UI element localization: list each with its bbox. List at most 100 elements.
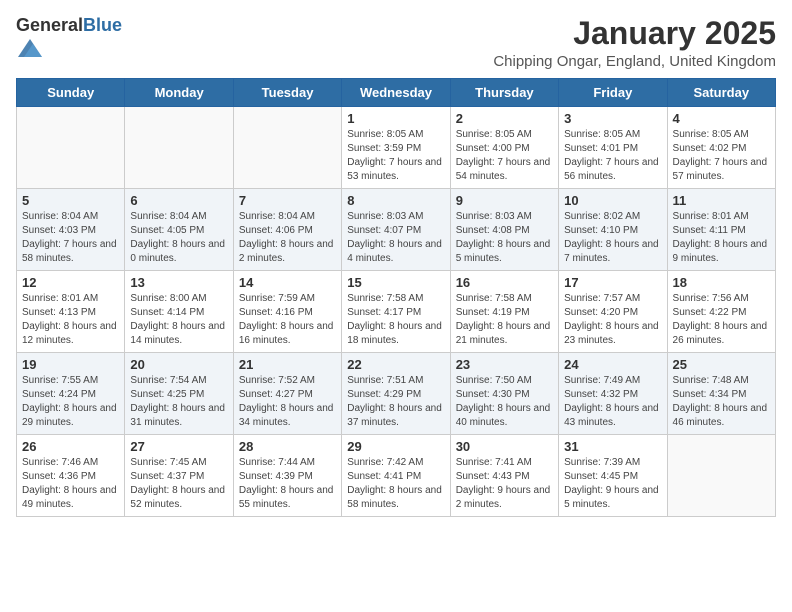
day-info: Sunrise: 8:05 AM Sunset: 4:00 PM Dayligh… xyxy=(456,128,553,184)
logo-general-text: General xyxy=(16,15,83,35)
day-info: Sunrise: 7:59 AM Sunset: 4:16 PM Dayligh… xyxy=(239,292,336,348)
calendar-cell: 30Sunrise: 7:41 AM Sunset: 4:43 PM Dayli… xyxy=(450,435,558,517)
day-number: 23 xyxy=(456,357,553,372)
calendar-cell: 11Sunrise: 8:01 AM Sunset: 4:11 PM Dayli… xyxy=(667,189,775,271)
calendar-cell: 3 Sunrise: 8:05 AM Sunset: 4:01 PM Daylig… xyxy=(559,107,667,189)
day-info: Sunrise: 8:04 AM Sunset: 4:03 PM Dayligh… xyxy=(22,210,119,266)
calendar-cell: 18 Sunrise: 7:56 AM Sunset: 4:22 PM Dayli… xyxy=(667,271,775,353)
day-info: Sunrise: 7:45 AM Sunset: 4:37 PM Dayligh… xyxy=(130,456,227,512)
calendar-cell: 26 Sunrise: 7:46 AM Sunset: 4:36 PM Dayli… xyxy=(17,435,125,517)
day-number: 16 xyxy=(456,275,553,290)
calendar-cell: 17 Sunrise: 7:57 AM Sunset: 4:20 PM Dayli… xyxy=(559,271,667,353)
day-info: Sunrise: 7:57 AM Sunset: 4:20 PM Dayligh… xyxy=(564,292,661,348)
day-info: Sunrise: 7:54 AM Sunset: 4:25 PM Dayligh… xyxy=(130,374,227,430)
day-number: 6 xyxy=(130,193,227,208)
logo-icon xyxy=(18,36,42,60)
day-info: Sunrise: 8:05 AM Sunset: 3:59 PM Dayligh… xyxy=(347,128,444,184)
calendar-cell: 12Sunrise: 8:01 AM Sunset: 4:13 PM Dayli… xyxy=(17,271,125,353)
weekday-header-thursday: Thursday xyxy=(450,79,558,107)
calendar-cell: 15 Sunrise: 7:58 AM Sunset: 4:17 PM Dayli… xyxy=(342,271,450,353)
day-info: Sunrise: 7:49 AM Sunset: 4:32 PM Dayligh… xyxy=(564,374,661,430)
day-info: Sunrise: 7:48 AM Sunset: 4:34 PM Dayligh… xyxy=(673,374,770,430)
weekday-header-tuesday: Tuesday xyxy=(233,79,341,107)
day-number: 9 xyxy=(456,193,553,208)
calendar-cell: 28 Sunrise: 7:44 AM Sunset: 4:39 PM Dayli… xyxy=(233,435,341,517)
day-number: 15 xyxy=(347,275,444,290)
day-number: 2 xyxy=(456,111,553,126)
calendar-cell xyxy=(17,107,125,189)
calendar-cell: 21Sunrise: 7:52 AM Sunset: 4:27 PM Dayli… xyxy=(233,353,341,435)
day-number: 4 xyxy=(673,111,770,126)
calendar-cell: 10Sunrise: 8:02 AM Sunset: 4:10 PM Dayli… xyxy=(559,189,667,271)
day-info: Sunrise: 7:56 AM Sunset: 4:22 PM Dayligh… xyxy=(673,292,770,348)
day-info: Sunrise: 8:04 AM Sunset: 4:06 PM Dayligh… xyxy=(239,210,336,266)
calendar-table: SundayMondayTuesdayWednesdayThursdayFrid… xyxy=(16,78,776,517)
day-number: 29 xyxy=(347,439,444,454)
day-info: Sunrise: 7:46 AM Sunset: 4:36 PM Dayligh… xyxy=(22,456,119,512)
day-info: Sunrise: 7:42 AM Sunset: 4:41 PM Dayligh… xyxy=(347,456,444,512)
calendar-cell xyxy=(667,435,775,517)
day-number: 26 xyxy=(22,439,119,454)
day-number: 21 xyxy=(239,357,336,372)
calendar-cell: 4 Sunrise: 8:05 AM Sunset: 4:02 PM Daylig… xyxy=(667,107,775,189)
day-number: 22 xyxy=(347,357,444,372)
day-number: 24 xyxy=(564,357,661,372)
day-number: 17 xyxy=(564,275,661,290)
day-info: Sunrise: 7:41 AM Sunset: 4:43 PM Dayligh… xyxy=(456,456,553,512)
calendar-cell: 16Sunrise: 7:58 AM Sunset: 4:19 PM Dayli… xyxy=(450,271,558,353)
day-info: Sunrise: 7:44 AM Sunset: 4:39 PM Dayligh… xyxy=(239,456,336,512)
month-title: January 2025 xyxy=(493,16,776,51)
calendar-cell: 8 Sunrise: 8:03 AM Sunset: 4:07 PM Daylig… xyxy=(342,189,450,271)
day-number: 13 xyxy=(130,275,227,290)
day-info: Sunrise: 8:05 AM Sunset: 4:01 PM Dayligh… xyxy=(564,128,661,184)
day-info: Sunrise: 7:39 AM Sunset: 4:45 PM Dayligh… xyxy=(564,456,661,512)
day-info: Sunrise: 8:03 AM Sunset: 4:08 PM Dayligh… xyxy=(456,210,553,266)
calendar-cell: 5 Sunrise: 8:04 AM Sunset: 4:03 PM Daylig… xyxy=(17,189,125,271)
page-header: GeneralBlue January 2025 Chipping Ongar,… xyxy=(16,16,776,70)
day-number: 7 xyxy=(239,193,336,208)
day-number: 25 xyxy=(673,357,770,372)
day-number: 3 xyxy=(564,111,661,126)
day-info: Sunrise: 8:00 AM Sunset: 4:14 PM Dayligh… xyxy=(130,292,227,348)
day-number: 31 xyxy=(564,439,661,454)
day-number: 18 xyxy=(673,275,770,290)
calendar-cell: 22Sunrise: 7:51 AM Sunset: 4:29 PM Dayli… xyxy=(342,353,450,435)
calendar-cell: 29 Sunrise: 7:42 AM Sunset: 4:41 PM Dayli… xyxy=(342,435,450,517)
weekday-header-row: SundayMondayTuesdayWednesdayThursdayFrid… xyxy=(17,79,776,107)
day-number: 8 xyxy=(347,193,444,208)
calendar-week-row: 5 Sunrise: 8:04 AM Sunset: 4:03 PM Daylig… xyxy=(17,189,776,271)
day-number: 5 xyxy=(22,193,119,208)
calendar-cell: 24 Sunrise: 7:49 AM Sunset: 4:32 PM Dayli… xyxy=(559,353,667,435)
calendar-cell: 25 Sunrise: 7:48 AM Sunset: 4:34 PM Dayli… xyxy=(667,353,775,435)
calendar-cell: 9 Sunrise: 8:03 AM Sunset: 4:08 PM Daylig… xyxy=(450,189,558,271)
day-number: 14 xyxy=(239,275,336,290)
day-info: Sunrise: 8:01 AM Sunset: 4:13 PM Dayligh… xyxy=(22,292,119,348)
logo: GeneralBlue xyxy=(16,16,122,65)
day-info: Sunrise: 8:03 AM Sunset: 4:07 PM Dayligh… xyxy=(347,210,444,266)
day-info: Sunrise: 8:01 AM Sunset: 4:11 PM Dayligh… xyxy=(673,210,770,266)
calendar-cell xyxy=(233,107,341,189)
calendar-cell: 31 Sunrise: 7:39 AM Sunset: 4:45 PM Dayli… xyxy=(559,435,667,517)
calendar-cell: 13 Sunrise: 8:00 AM Sunset: 4:14 PM Dayli… xyxy=(125,271,233,353)
weekday-header-saturday: Saturday xyxy=(667,79,775,107)
logo-blue-text: Blue xyxy=(83,15,122,35)
weekday-header-wednesday: Wednesday xyxy=(342,79,450,107)
day-number: 20 xyxy=(130,357,227,372)
calendar-cell: 2 Sunrise: 8:05 AM Sunset: 4:00 PM Daylig… xyxy=(450,107,558,189)
day-number: 19 xyxy=(22,357,119,372)
calendar-week-row: 1 Sunrise: 8:05 AM Sunset: 3:59 PM Daylig… xyxy=(17,107,776,189)
calendar-cell: 19Sunrise: 7:55 AM Sunset: 4:24 PM Dayli… xyxy=(17,353,125,435)
calendar-cell: 7 Sunrise: 8:04 AM Sunset: 4:06 PM Daylig… xyxy=(233,189,341,271)
day-info: Sunrise: 8:02 AM Sunset: 4:10 PM Dayligh… xyxy=(564,210,661,266)
calendar-cell: 23Sunrise: 7:50 AM Sunset: 4:30 PM Dayli… xyxy=(450,353,558,435)
calendar-cell xyxy=(125,107,233,189)
calendar-cell: 14 Sunrise: 7:59 AM Sunset: 4:16 PM Dayli… xyxy=(233,271,341,353)
calendar-week-row: 19Sunrise: 7:55 AM Sunset: 4:24 PM Dayli… xyxy=(17,353,776,435)
calendar-cell: 1 Sunrise: 8:05 AM Sunset: 3:59 PM Daylig… xyxy=(342,107,450,189)
day-number: 27 xyxy=(130,439,227,454)
day-number: 28 xyxy=(239,439,336,454)
day-info: Sunrise: 7:58 AM Sunset: 4:17 PM Dayligh… xyxy=(347,292,444,348)
day-info: Sunrise: 8:05 AM Sunset: 4:02 PM Dayligh… xyxy=(673,128,770,184)
calendar-week-row: 26 Sunrise: 7:46 AM Sunset: 4:36 PM Dayli… xyxy=(17,435,776,517)
day-number: 1 xyxy=(347,111,444,126)
